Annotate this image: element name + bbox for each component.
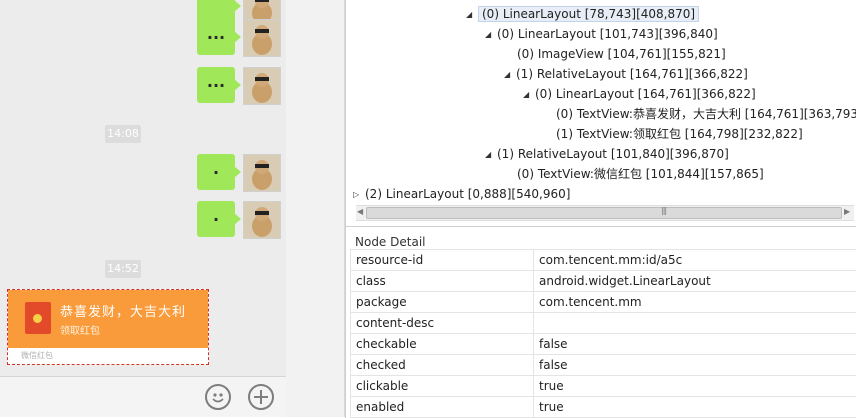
property-value[interactable]: true (534, 376, 856, 397)
tree-node-label: (0) LinearLayout [78,743][408,870] (478, 6, 699, 22)
expanded-triangle-icon[interactable]: ◢ (523, 85, 535, 105)
message-bubble[interactable]: ... (197, 19, 235, 55)
scroll-right-icon[interactable]: ▶ (844, 207, 850, 216)
property-key: content-desc (351, 313, 534, 334)
chat-panel-margin (286, 0, 345, 417)
table-row[interactable]: classandroid.widget.LinearLayout (351, 271, 856, 292)
tree-node[interactable]: (0) TextView:恭喜发财，大吉大利 [164,761][363,793… (556, 104, 856, 124)
property-key: package (351, 292, 534, 313)
expanded-triangle-icon[interactable]: ◢ (504, 65, 516, 85)
cat-avatar-icon (244, 20, 280, 56)
red-envelope-icon (25, 302, 51, 334)
smiley-icon (207, 386, 229, 408)
table-row[interactable]: content-desc (351, 313, 856, 334)
tree-node-label: (0) ImageView [104,761][155,821] (517, 47, 726, 61)
scrollbar-thumb[interactable]: ||| (366, 207, 842, 219)
tree-node-label: (0) TextView:恭喜发财，大吉大利 [164,761][363,793… (556, 107, 856, 121)
plus-icon (250, 386, 272, 408)
timestamp-chip: 14:52 (105, 260, 141, 278)
chat-input-bar (0, 376, 286, 417)
tree-node[interactable]: ◢(0) LinearLayout [101,743][396,840] (485, 24, 718, 44)
tree-node-label: (1) TextView:领取红包 [164,798][232,822] (556, 127, 803, 141)
chat-message-row: . (197, 154, 281, 192)
node-detail-panel: Node Detail resource-idcom.tencent.mm:id… (345, 226, 856, 418)
property-value[interactable]: false (534, 355, 856, 376)
avatar[interactable] (243, 201, 281, 239)
property-key: enabled (351, 397, 534, 418)
message-bubble[interactable]: . (197, 201, 235, 237)
chat-message-row: . (197, 201, 281, 239)
timestamp-chip: 14:08 (105, 125, 141, 143)
property-key: checked (351, 355, 534, 376)
node-detail-title: Node Detail (355, 235, 425, 249)
add-button[interactable] (248, 384, 274, 410)
table-row[interactable]: resource-idcom.tencent.mm:id/a5c (351, 250, 856, 271)
avatar[interactable] (243, 67, 281, 105)
bubble-tail (234, 213, 241, 225)
bubble-tail (234, 0, 241, 12)
tree-node-label: (0) LinearLayout [164,761][366,822] (535, 87, 756, 101)
table-row[interactable]: checkedfalse (351, 355, 856, 376)
red-packet-subtitle: 领取红包 (60, 322, 100, 337)
table-row[interactable]: clickabletrue (351, 376, 856, 397)
red-packet-body: 恭喜发财，大吉大利 领取红包 (8, 290, 208, 348)
message-bubble[interactable]: ... (197, 67, 235, 103)
message-text: ... (207, 24, 225, 43)
property-key: class (351, 271, 534, 292)
node-detail-table: resource-idcom.tencent.mm:id/a5c classan… (350, 249, 856, 418)
property-key: resource-id (351, 250, 534, 271)
tree-node[interactable]: ◢(0) LinearLayout [164,761][366,822] (523, 84, 756, 104)
message-text: . (213, 206, 219, 225)
table-row[interactable]: packagecom.tencent.mm (351, 292, 856, 313)
hierarchy-tree[interactable]: ◢(0) LinearLayout [78,743][408,870] ◢(0)… (345, 0, 856, 226)
horizontal-scrollbar[interactable]: ◀ ||| ▶ (356, 205, 854, 221)
bubble-tail (234, 31, 241, 43)
tree-node[interactable]: ◢(1) RelativeLayout [101,840][396,870] (485, 144, 729, 164)
chat-screenshot-panel: ... ... 14:08 . . (0, 0, 286, 417)
grip-icon: ||| (661, 206, 666, 215)
scroll-left-icon[interactable]: ◀ (357, 207, 363, 216)
expanded-triangle-icon[interactable]: ◢ (466, 5, 478, 25)
tree-node[interactable]: ◢(0) LinearLayout [78,743][408,870] (466, 4, 699, 24)
tree-node[interactable]: (1) TextView:领取红包 [164,798][232,822] (556, 124, 803, 144)
property-value[interactable] (534, 313, 856, 334)
chat-message-row: ... (197, 19, 281, 57)
red-packet-message[interactable]: 恭喜发财，大吉大利 领取红包 微信红包 (7, 289, 209, 365)
property-key: checkable (351, 334, 534, 355)
tree-node[interactable]: ◢(1) RelativeLayout [164,761][366,822] (504, 64, 748, 84)
message-bubble[interactable]: . (197, 154, 235, 190)
tree-node[interactable]: (0) ImageView [104,761][155,821] (517, 44, 726, 64)
avatar[interactable] (243, 154, 281, 192)
property-value[interactable]: com.tencent.mm:id/a5c (534, 250, 856, 271)
message-text: ... (207, 72, 225, 91)
property-value[interactable]: com.tencent.mm (534, 292, 856, 313)
chat-message-row: ... (197, 67, 281, 105)
tree-node-label: (1) RelativeLayout [164,761][366,822] (516, 67, 748, 81)
tree-node[interactable]: (0) TextView:微信红包 [101,844][157,865] (517, 164, 764, 184)
property-value[interactable]: true (534, 397, 856, 418)
expanded-triangle-icon[interactable]: ◢ (485, 25, 497, 45)
red-packet-footer: 微信红包 (21, 350, 53, 361)
property-value[interactable]: false (534, 334, 856, 355)
red-packet-title: 恭喜发财，大吉大利 (60, 301, 186, 320)
expanded-triangle-icon[interactable]: ◢ (485, 145, 497, 165)
cat-avatar-icon (244, 155, 280, 191)
emoji-button[interactable] (205, 384, 231, 410)
cat-avatar-icon (244, 202, 280, 238)
tree-node-label: (0) TextView:微信红包 [101,844][157,865] (517, 167, 764, 181)
bubble-tail (234, 166, 241, 178)
table-row[interactable]: enabledtrue (351, 397, 856, 418)
tree-node-label: (0) LinearLayout [101,743][396,840] (497, 27, 718, 41)
tree-node-label: (1) RelativeLayout [101,840][396,870] (497, 147, 729, 161)
tree-node-label: (2) LinearLayout [0,888][540,960] (365, 187, 570, 201)
message-text: . (213, 159, 219, 178)
collapsed-triangle-icon[interactable]: ▷ (353, 185, 365, 205)
table-row[interactable]: checkablefalse (351, 334, 856, 355)
property-value[interactable]: android.widget.LinearLayout (534, 271, 856, 292)
avatar[interactable] (243, 19, 281, 57)
property-key: clickable (351, 376, 534, 397)
bubble-tail (234, 79, 241, 91)
tree-node[interactable]: ▷(2) LinearLayout [0,888][540,960] (353, 184, 570, 204)
cat-avatar-icon (244, 68, 280, 104)
